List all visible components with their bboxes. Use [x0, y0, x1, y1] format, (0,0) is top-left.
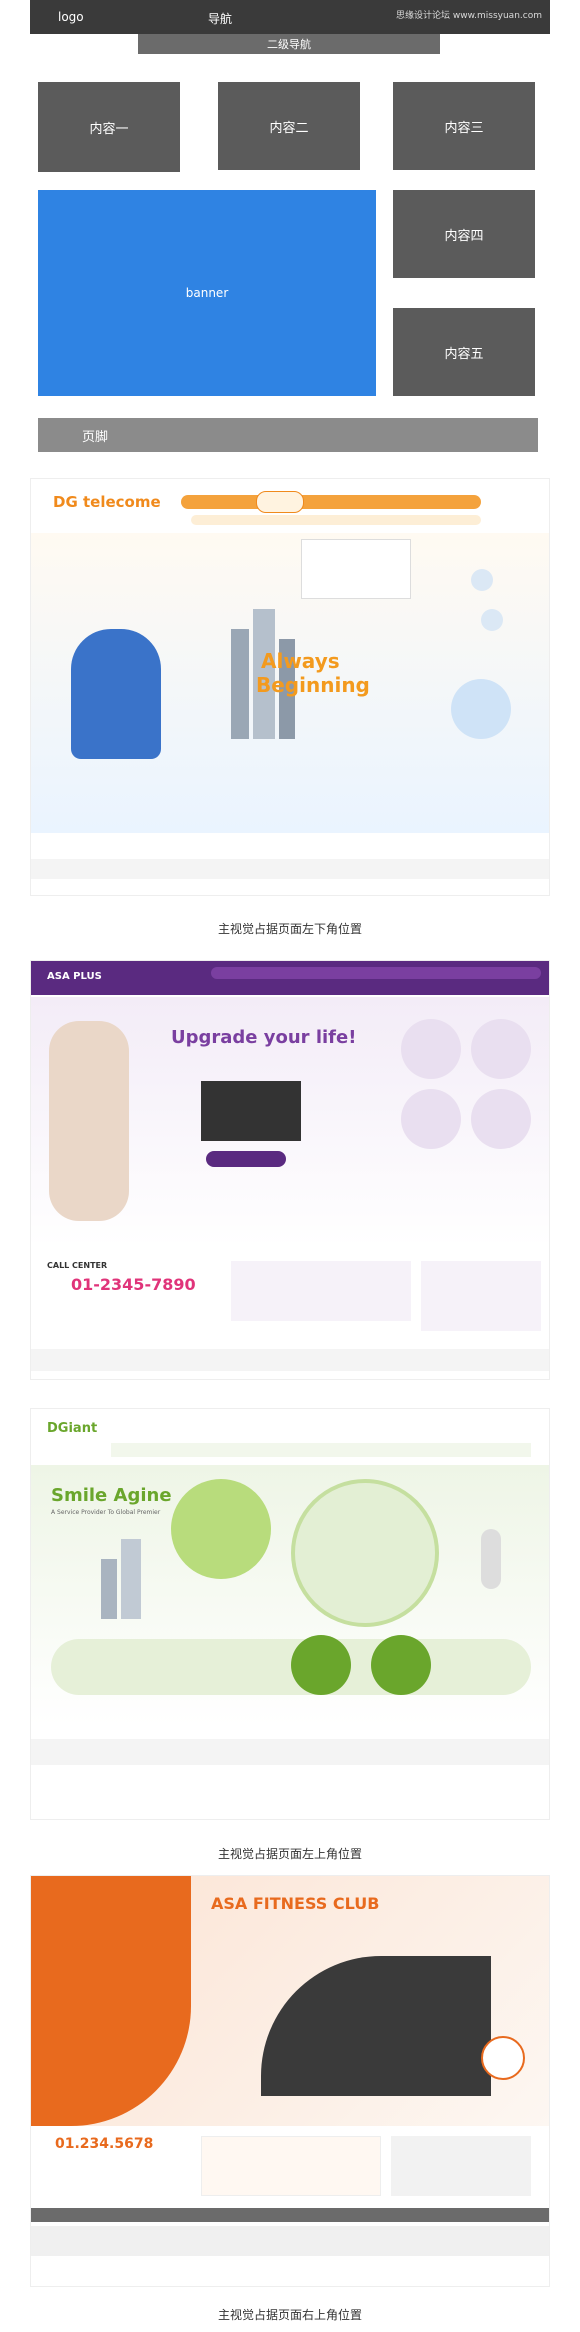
promo-circle[interactable]	[291, 1479, 439, 1627]
content-block-2: 内容二	[218, 82, 360, 170]
phone-number[interactable]: 01-2345-7890	[71, 1275, 196, 1294]
scroll-widget[interactable]	[481, 1529, 501, 1589]
hero-person	[71, 629, 161, 759]
nav-label[interactable]: 导航	[208, 10, 232, 27]
phone-number[interactable]: 01.234.5678	[55, 2136, 153, 2152]
thumb-face[interactable]	[401, 1089, 461, 1149]
example-screenshot-4: ASA FITNESS CLUB 01.234.5678	[30, 1875, 550, 2287]
hero-model	[49, 1021, 129, 1221]
video-thumbnail[interactable]	[201, 1081, 301, 1141]
building-1	[231, 629, 249, 739]
footer-block: 页脚	[38, 418, 538, 452]
service-circle-1[interactable]	[291, 1635, 351, 1695]
service-circle-2[interactable]	[371, 1635, 431, 1695]
caption-4: 主视觉占据页面右上角位置	[217, 2308, 362, 2322]
headline-sub: A Service Provider To Global Premier	[51, 1509, 161, 1516]
banner-block: banner	[38, 190, 376, 396]
brand-title: ASA FITNESS CLUB	[211, 1894, 380, 1913]
headline-beginning: Beginning	[256, 673, 370, 697]
caption-1: 主视觉占据页面左下角位置	[217, 922, 362, 936]
free-pass-badge[interactable]	[481, 2036, 525, 2080]
example-screenshot-1: DG telecome Always Beginning	[30, 478, 550, 896]
design-promo-circle[interactable]	[451, 679, 511, 739]
building-2	[121, 1539, 141, 1619]
leaf-graphic	[171, 1479, 271, 1579]
subnav-bar[interactable]: 二级导航	[138, 34, 440, 54]
brand-text: DG telecome	[53, 493, 161, 511]
call-center-label: CALL CENTER	[47, 1261, 108, 1270]
brand-logo: DG telecome	[53, 493, 161, 511]
main-nav-bar[interactable]	[111, 1443, 531, 1457]
bottom-nav-bar[interactable]	[31, 2208, 549, 2222]
quick-icon-1[interactable]	[471, 569, 493, 591]
brand-logo: DGiant	[47, 1421, 98, 1436]
notice-panel[interactable]	[301, 539, 411, 599]
content-block-3: 内容三	[393, 82, 535, 170]
preview-panel[interactable]	[391, 2136, 531, 2196]
content-block-4: 内容四	[393, 190, 535, 278]
thumb-nose[interactable]	[471, 1019, 531, 1079]
cta-button[interactable]	[206, 1151, 286, 1167]
brand-logo: ASA PLUS	[47, 971, 102, 982]
nav-active-tab[interactable]	[256, 491, 304, 513]
site-footer	[31, 859, 549, 879]
thumb-lips[interactable]	[471, 1089, 531, 1149]
site-footer	[31, 1349, 549, 1371]
quick-icon-2[interactable]	[481, 609, 503, 631]
site-footer	[31, 1739, 549, 1765]
content-block-5: 内容五	[393, 308, 535, 396]
example-screenshot-2: ASA PLUS Upgrade your life! CALL CENTER …	[30, 960, 550, 1380]
building-1	[101, 1559, 117, 1619]
notice-panel[interactable]	[201, 2136, 381, 2196]
thumb-eye[interactable]	[401, 1019, 461, 1079]
sub-nav-bar[interactable]	[191, 515, 481, 525]
content-block-1: 内容一	[38, 82, 180, 172]
top-header-bar: logo 导航 思缘设计论坛 www.missyuan.com	[30, 0, 550, 34]
headline-always: Always	[261, 649, 340, 673]
before-after-panel	[231, 1261, 411, 1321]
caption-3: 主视觉占据页面左上角位置	[217, 1847, 362, 1861]
site-footer	[31, 2226, 549, 2256]
main-nav-bar[interactable]	[211, 967, 541, 979]
headline-smile: Smile Agine	[51, 1485, 172, 1506]
consult-panel[interactable]	[421, 1261, 541, 1331]
headline-upgrade: Upgrade your life!	[171, 1027, 357, 1048]
main-nav-bar[interactable]	[181, 495, 481, 509]
watermark: 思缘设计论坛 www.missyuan.com	[396, 11, 542, 21]
example-screenshot-3: DGiant Smile Agine A Service Provider To…	[30, 1408, 550, 1820]
logo-label[interactable]: logo	[58, 10, 84, 24]
